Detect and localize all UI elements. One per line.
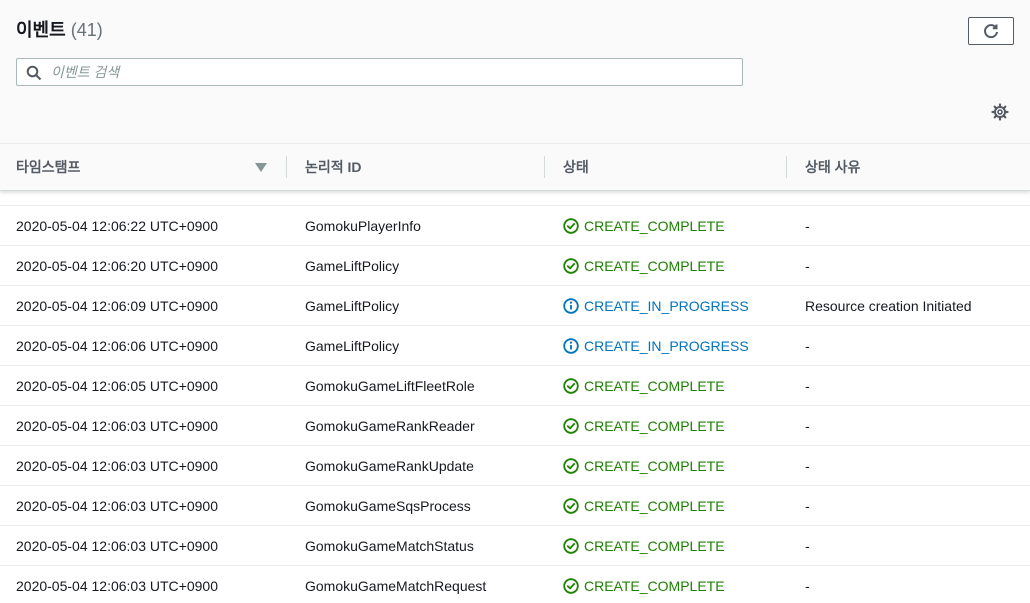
logical-id-cell: GomokuGameRankUpdate [305, 458, 474, 474]
caret-down-icon[interactable] [255, 163, 267, 172]
info-circle-icon [563, 298, 579, 314]
check-circle-icon [563, 418, 579, 434]
check-circle-icon [563, 498, 579, 514]
status-label: CREATE_COMPLETE [584, 458, 725, 474]
table-row[interactable]: 2020-05-04 12:06:03 UTC+0900 GomokuGameMa… [0, 526, 1030, 566]
status-reason-cell: - [805, 378, 810, 394]
partial-row [0, 191, 1030, 206]
check-circle-icon [563, 258, 579, 274]
logical-id-cell: GomokuGameMatchStatus [305, 538, 474, 554]
timestamp-cell: 2020-05-04 12:06:03 UTC+0900 [16, 418, 218, 434]
status-label: CREATE_COMPLETE [584, 258, 725, 274]
column-divider[interactable] [786, 156, 787, 178]
check-circle-icon [563, 538, 579, 554]
status-reason-cell: - [805, 418, 810, 434]
timestamp-cell: 2020-05-04 12:06:20 UTC+0900 [16, 258, 218, 274]
column-header-timestamp[interactable]: 타임스탬프 [16, 144, 80, 190]
status-reason-cell: - [805, 218, 810, 234]
logical-id-cell: GomokuGameMatchRequest [305, 578, 487, 594]
events-panel-header: 이벤트 (41) [0, 0, 1030, 143]
column-divider[interactable] [286, 156, 287, 178]
logical-id-cell: GameLiftPolicy [305, 298, 400, 314]
timestamp-cell: 2020-05-04 12:06:03 UTC+0900 [16, 458, 218, 474]
status-cell: CREATE_COMPLETE [563, 486, 725, 526]
table-row[interactable]: 2020-05-04 12:06:20 UTC+0900 GameLiftPoli… [0, 246, 1030, 286]
logical-id-cell: GomokuGameRankReader [305, 418, 475, 434]
status-label: CREATE_COMPLETE [584, 218, 725, 234]
status-cell: CREATE_COMPLETE [563, 446, 725, 486]
table-row[interactable]: 2020-05-04 12:06:05 UTC+0900 GomokuGameLi… [0, 366, 1030, 406]
timestamp-cell: 2020-05-04 12:06:22 UTC+0900 [16, 218, 218, 234]
status-label: CREATE_COMPLETE [584, 498, 725, 514]
table-header: 타임스탬프 논리적 ID 상태 상태 사유 [0, 143, 1030, 191]
search-icon [26, 65, 42, 81]
status-reason-cell: Resource creation Initiated [805, 298, 972, 314]
timestamp-cell: 2020-05-04 12:06:03 UTC+0900 [16, 578, 218, 594]
timestamp-cell: 2020-05-04 12:06:05 UTC+0900 [16, 378, 218, 394]
status-cell: CREATE_COMPLETE [563, 406, 725, 446]
table-settings-button[interactable] [991, 103, 1009, 126]
logical-id-cell: GameLiftPolicy [305, 338, 400, 354]
status-reason-cell: - [805, 538, 810, 554]
table-row[interactable]: 2020-05-04 12:06:22 UTC+0900 GomokuPlayer… [0, 206, 1030, 246]
status-cell: CREATE_COMPLETE [563, 526, 725, 566]
refresh-button[interactable] [968, 17, 1014, 45]
column-header-logical-id[interactable]: 논리적 ID [305, 144, 362, 190]
table-row[interactable]: 2020-05-04 12:06:03 UTC+0900 GomokuGameRa… [0, 446, 1030, 486]
status-cell: CREATE_COMPLETE [563, 566, 725, 603]
gear-icon [991, 103, 1009, 121]
table-row[interactable]: 2020-05-04 12:06:03 UTC+0900 GomokuGameRa… [0, 406, 1030, 446]
check-circle-icon [563, 218, 579, 234]
check-circle-icon [563, 578, 579, 594]
table-row[interactable]: 2020-05-04 12:06:03 UTC+0900 GomokuGameMa… [0, 566, 1030, 603]
page-title: 이벤트 (41) [16, 16, 103, 42]
search-input[interactable] [51, 61, 731, 83]
events-table-body: 2020-05-04 12:06:22 UTC+0900 GomokuPlayer… [0, 191, 1030, 603]
status-cell: CREATE_COMPLETE [563, 246, 725, 286]
logical-id-cell: GameLiftPolicy [305, 258, 400, 274]
table-row[interactable]: 2020-05-04 12:06:09 UTC+0900 GameLiftPoli… [0, 286, 1030, 326]
status-cell: CREATE_COMPLETE [563, 206, 725, 246]
status-cell: CREATE_COMPLETE [563, 366, 725, 406]
status-reason-cell: - [805, 458, 810, 474]
status-label: CREATE_COMPLETE [584, 578, 725, 594]
check-circle-icon [563, 378, 579, 394]
timestamp-cell: 2020-05-04 12:06:09 UTC+0900 [16, 298, 218, 314]
status-label: CREATE_COMPLETE [584, 538, 725, 554]
column-divider[interactable] [544, 156, 545, 178]
status-label: CREATE_IN_PROGRESS [584, 298, 749, 314]
status-reason-cell: - [805, 498, 810, 514]
status-cell: CREATE_IN_PROGRESS [563, 326, 749, 366]
status-reason-cell: - [805, 258, 810, 274]
timestamp-cell: 2020-05-04 12:06:06 UTC+0900 [16, 338, 218, 354]
event-count: (41) [70, 20, 103, 40]
status-cell: CREATE_IN_PROGRESS [563, 286, 749, 326]
timestamp-cell: 2020-05-04 12:06:03 UTC+0900 [16, 538, 218, 554]
status-reason-cell: - [805, 338, 810, 354]
refresh-icon [984, 24, 998, 39]
status-label: CREATE_COMPLETE [584, 418, 725, 434]
check-circle-icon [563, 458, 579, 474]
status-label: CREATE_IN_PROGRESS [584, 338, 749, 354]
search-box [16, 58, 743, 86]
logical-id-cell: GomokuGameLiftFleetRole [305, 378, 475, 394]
title-text: 이벤트 [16, 20, 66, 40]
logical-id-cell: GomokuGameSqsProcess [305, 498, 471, 514]
table-row[interactable]: 2020-05-04 12:06:03 UTC+0900 GomokuGameSq… [0, 486, 1030, 526]
timestamp-cell: 2020-05-04 12:06:03 UTC+0900 [16, 498, 218, 514]
info-circle-icon [563, 338, 579, 354]
column-header-status[interactable]: 상태 [563, 144, 589, 190]
status-reason-cell: - [805, 578, 810, 594]
logical-id-cell: GomokuPlayerInfo [305, 218, 421, 234]
table-row[interactable]: 2020-05-04 12:06:06 UTC+0900 GameLiftPoli… [0, 326, 1030, 366]
column-header-status-reason[interactable]: 상태 사유 [805, 144, 860, 190]
status-label: CREATE_COMPLETE [584, 378, 725, 394]
